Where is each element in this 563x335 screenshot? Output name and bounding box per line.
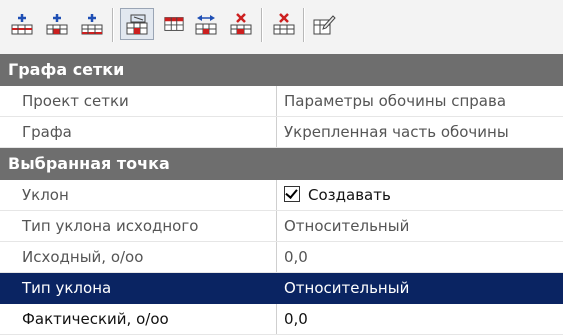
category-selected-point[interactable]: Выбранная точка xyxy=(0,148,563,180)
row-label: Уклон xyxy=(0,180,277,210)
row-value[interactable]: Укрепленная часть обочины xyxy=(278,117,563,147)
add-row-before-icon xyxy=(11,14,33,35)
edit-icon xyxy=(313,15,336,35)
delete-all-icon xyxy=(273,13,295,35)
row-source[interactable]: Исходный, о/оо 0,0 xyxy=(0,242,563,273)
toolbar xyxy=(0,0,563,55)
delete-all-button[interactable] xyxy=(270,10,298,38)
category-grid-column[interactable]: Графа сетки xyxy=(0,54,563,86)
row-slope-type[interactable]: Тип уклона Относительный xyxy=(0,273,563,304)
delete-row-icon xyxy=(230,13,252,35)
table-icon xyxy=(164,17,184,31)
add-row-after-icon xyxy=(81,14,103,35)
row-value[interactable]: Параметры обочины справа xyxy=(278,86,563,116)
checkbox-label: Создавать xyxy=(308,186,391,204)
row-label: Тип уклона xyxy=(0,273,277,303)
grid-properties-button[interactable] xyxy=(120,8,154,40)
move-row-button[interactable] xyxy=(192,10,220,38)
add-row-button[interactable] xyxy=(43,10,71,38)
row-value[interactable]: 0,0 xyxy=(278,304,563,334)
row-label: Исходный, о/оо xyxy=(0,242,277,272)
property-grid: Графа сетки Проект сетки Параметры обочи… xyxy=(0,54,563,335)
row-grid-project[interactable]: Проект сетки Параметры обочины справа xyxy=(0,86,563,117)
row-value[interactable]: Создавать xyxy=(278,180,563,210)
row-label: Фактический, о/оо xyxy=(0,304,277,334)
row-label: Графа xyxy=(0,117,277,147)
row-label: Тип уклона исходного xyxy=(0,211,277,241)
table-button[interactable] xyxy=(160,10,188,38)
add-row-after-button[interactable] xyxy=(78,10,106,38)
row-column[interactable]: Графа Укрепленная часть обочины xyxy=(0,117,563,148)
row-source-slope-type[interactable]: Тип уклона исходного Относительный xyxy=(0,211,563,242)
edit-button[interactable] xyxy=(310,10,338,38)
row-value[interactable]: Относительный xyxy=(278,211,563,241)
add-row-before-button[interactable] xyxy=(8,10,36,38)
create-checkbox[interactable] xyxy=(284,186,300,202)
toolbar-separator xyxy=(112,8,114,42)
add-row-icon xyxy=(46,14,68,35)
move-row-icon xyxy=(195,15,217,35)
row-value[interactable]: Относительный xyxy=(278,273,563,303)
row-label: Проект сетки xyxy=(0,86,277,116)
row-value[interactable]: 0,0 xyxy=(278,242,563,272)
grid-properties-icon xyxy=(126,14,148,35)
toolbar-separator xyxy=(303,8,305,42)
toolbar-separator xyxy=(261,8,263,42)
row-slope[interactable]: Уклон Создавать xyxy=(0,180,563,211)
row-actual[interactable]: Фактический, о/оо 0,0 xyxy=(0,304,563,335)
delete-row-button[interactable] xyxy=(227,10,255,38)
